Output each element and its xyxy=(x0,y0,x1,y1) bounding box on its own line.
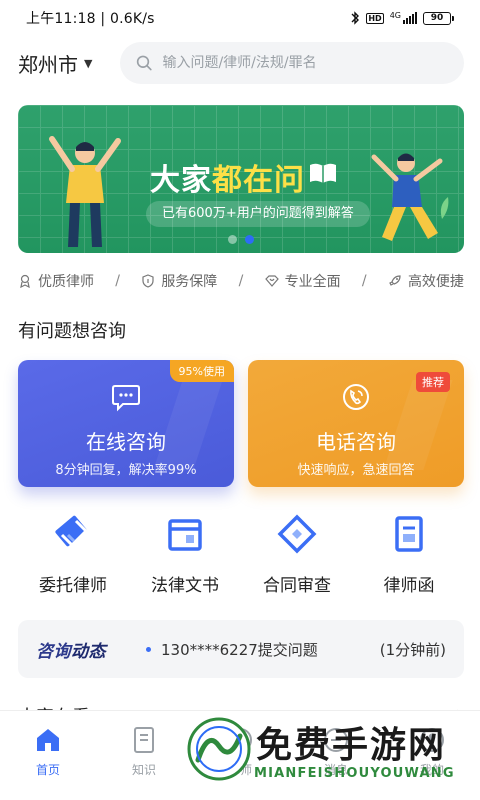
banner-dot[interactable] xyxy=(228,235,237,244)
phone-consult-subtitle: 快速响应，急速回答 xyxy=(297,463,415,478)
banner-title-part2: 都在问 xyxy=(212,163,305,198)
news-text: 130****6227提交问题 xyxy=(161,640,318,659)
recommend-badge: 推荐 xyxy=(416,372,450,392)
tab-label: 首页 xyxy=(35,763,60,777)
banner-title-part1: 大家 xyxy=(150,163,212,198)
status-time-speed: 上午11:18 | 0.6K/s xyxy=(26,11,155,27)
bluetooth-icon xyxy=(351,11,360,25)
search-icon xyxy=(136,55,152,71)
feature-efficient: 高效便捷 xyxy=(388,271,464,291)
tab-label: 知识 xyxy=(131,763,156,777)
city-selector[interactable]: 郑州市 ▼ xyxy=(18,49,120,78)
hd-icon: HD xyxy=(366,12,384,24)
usage-badge: 95%使用 xyxy=(169,360,234,382)
home-icon xyxy=(37,729,59,751)
service-entrust-lawyer[interactable]: 委托律师 xyxy=(18,513,128,596)
feature-label: 优质律师 xyxy=(38,274,94,290)
book-icon xyxy=(134,727,154,753)
service-label: 法律文书 xyxy=(151,576,219,596)
watermark-subtext: MIANFEISHOUYOUWANG xyxy=(254,766,455,781)
news-brand-part1: 咨询 xyxy=(36,641,71,662)
service-grid: 委托律师 法律文书 合同审查 律师函 xyxy=(18,513,464,596)
promo-banner[interactable]: 大家都在问 已有600万+用户的问题得到解答 xyxy=(18,105,464,253)
status-bar: 上午11:18 | 0.6K/s HD 4G 90 xyxy=(0,0,480,36)
banner-subtitle: 已有600万+用户的问题得到解答 xyxy=(146,201,370,227)
folder-doc-icon xyxy=(168,519,202,551)
online-consult-card[interactable]: 95%使用 在线咨询 8分钟回复，解决率99% xyxy=(18,360,234,487)
jumping-person-illustration xyxy=(371,153,449,241)
feature-professional: 专业全面 xyxy=(264,271,341,291)
divider: / xyxy=(361,273,367,289)
card-decoration xyxy=(153,380,223,470)
service-lawyer-letter[interactable]: 律师函 xyxy=(354,513,464,596)
consult-section-title: 有问题想咨询 xyxy=(18,321,126,342)
letter-icon xyxy=(395,516,423,552)
watermark-text: 免费手游网 xyxy=(256,725,447,766)
tab-knowledge[interactable]: 知识 xyxy=(104,725,184,800)
feature-service-guarantee: 服务保障 xyxy=(141,271,217,291)
divider: / xyxy=(115,273,121,289)
handshake-icon xyxy=(55,515,89,548)
shield-icon xyxy=(142,274,154,288)
bullet-dot xyxy=(146,646,151,652)
contract-diamond-icon xyxy=(277,514,317,554)
banner-dot-active[interactable] xyxy=(245,235,254,244)
news-brand: 咨询动态 xyxy=(36,637,146,662)
person-badge-icon xyxy=(20,274,30,288)
feature-label: 服务保障 xyxy=(161,274,218,290)
header: 郑州市 ▼ xyxy=(18,42,464,84)
phone-consult-title: 电话咨询 xyxy=(316,430,396,454)
news-time: (1分钟前) xyxy=(379,640,446,659)
battery-icon: 90 xyxy=(423,11,454,25)
feature-quality-lawyer: 优质律师 xyxy=(18,271,94,291)
card-decoration xyxy=(383,380,453,470)
open-book-icon xyxy=(310,163,336,183)
chat-bubble-icon xyxy=(112,385,140,412)
news-brand-part2: 动态 xyxy=(71,641,106,662)
divider: / xyxy=(238,273,244,289)
feature-label: 高效便捷 xyxy=(407,274,464,290)
network-type: 4G xyxy=(389,11,401,20)
online-consult-subtitle: 8分钟回复，解决率99% xyxy=(55,463,197,478)
site-watermark: 免费手游网 MIANFEISHOUYOUWANG xyxy=(180,710,480,792)
search-bar[interactable] xyxy=(120,42,464,84)
service-label: 律师函 xyxy=(383,576,435,596)
consult-news-ticker[interactable]: 咨询动态 130****6227提交问题 (1分钟前) xyxy=(18,620,464,678)
battery-level: 90 xyxy=(423,11,451,25)
feature-label: 专业全面 xyxy=(284,274,341,290)
phone-consult-card[interactable]: 推荐 电话咨询 快速响应，急速回答 xyxy=(248,360,464,487)
chevron-down-icon: ▼ xyxy=(84,56,93,70)
status-icons: HD 4G 90 xyxy=(350,11,454,25)
rocket-icon xyxy=(389,275,401,286)
tab-home[interactable]: 首页 xyxy=(8,725,88,800)
service-label: 合同审查 xyxy=(263,576,331,596)
feature-highlights: 优质律师 / 服务保障 / 专业全面 / 高效便捷 xyxy=(18,268,464,294)
cheering-person-illustration xyxy=(49,136,121,247)
service-contract-review[interactable]: 合同审查 xyxy=(242,513,352,596)
watermark-logo-icon xyxy=(187,717,251,781)
banner-pagination xyxy=(228,235,254,244)
phone-icon xyxy=(343,384,369,410)
city-label: 郑州市 xyxy=(18,52,78,77)
service-label: 委托律师 xyxy=(39,576,107,596)
service-legal-documents[interactable]: 法律文书 xyxy=(130,513,240,596)
online-consult-title: 在线咨询 xyxy=(86,430,166,454)
signal-icon xyxy=(403,12,417,24)
heart-diamond-icon xyxy=(264,275,279,287)
search-input[interactable] xyxy=(162,55,448,71)
banner-title: 大家都在问 xyxy=(150,155,305,199)
